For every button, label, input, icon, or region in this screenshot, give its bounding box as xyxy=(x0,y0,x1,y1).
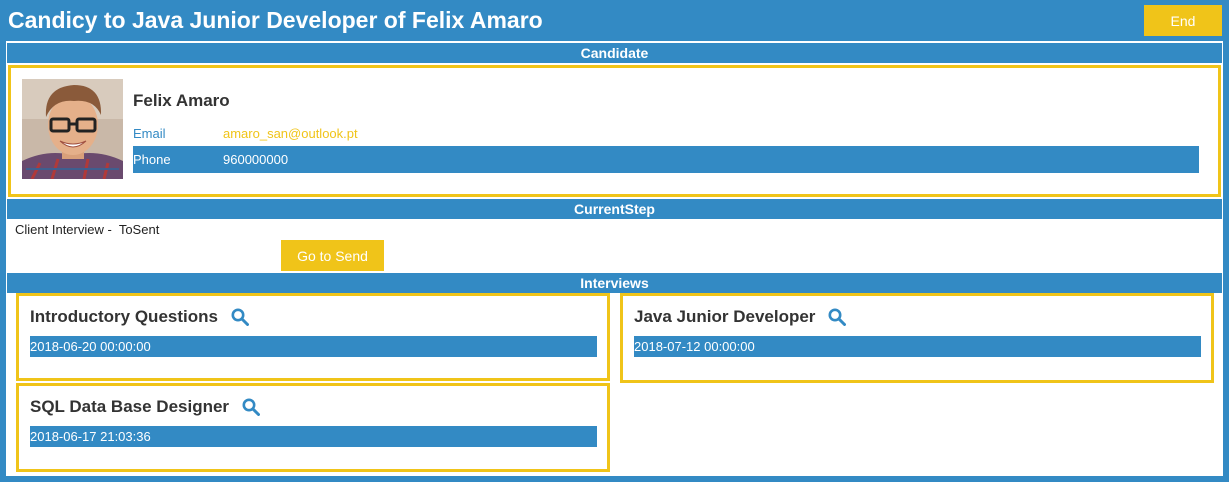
step-separator: - xyxy=(103,222,116,237)
interview-title: SQL Data Base Designer xyxy=(30,397,261,417)
interview-title: Java Junior Developer xyxy=(634,307,847,327)
step-name: Client Interview xyxy=(15,222,104,237)
candidate-name: Felix Amaro xyxy=(133,91,230,110)
section-header-interviews: Interviews xyxy=(7,273,1222,293)
interview-card: Java Junior Developer 2018-07-12 00:00:0… xyxy=(620,293,1214,383)
search-icon[interactable] xyxy=(231,308,249,326)
phone-row: Phone 960000000 xyxy=(133,146,1199,173)
candidate-card: Felix Amaro Email amaro_san@outlook.pt P… xyxy=(8,65,1221,197)
email-label: Email xyxy=(133,126,166,141)
section-header-candidate: Candidate xyxy=(7,43,1222,63)
current-step-text: Client Interview - ToSent xyxy=(15,222,159,237)
phone-label: Phone xyxy=(133,152,171,167)
search-icon[interactable] xyxy=(242,398,261,416)
email-value[interactable]: amaro_san@outlook.pt xyxy=(223,126,358,141)
avatar xyxy=(22,79,123,179)
interview-title: Introductory Questions xyxy=(30,307,249,327)
interview-title-text: Java Junior Developer xyxy=(634,307,816,326)
interview-date: 2018-06-20 00:00:00 xyxy=(30,336,597,357)
phone-value: 960000000 xyxy=(223,152,289,167)
interview-card: SQL Data Base Designer 2018-06-17 21:03:… xyxy=(16,383,610,472)
interview-title-text: SQL Data Base Designer xyxy=(30,397,230,416)
section-header-current-step: CurrentStep xyxy=(7,199,1222,219)
go-to-send-button[interactable]: Go to Send xyxy=(281,240,384,271)
interview-date: 2018-07-12 00:00:00 xyxy=(634,336,1201,357)
end-button[interactable]: End xyxy=(1144,5,1222,36)
interview-title-text: Introductory Questions xyxy=(30,307,218,326)
main-panel: Candidate Felix Amaro Email amaro_san@ou… xyxy=(6,41,1223,476)
step-status: ToSent xyxy=(118,222,160,237)
interview-card: Introductory Questions 2018-06-20 00:00:… xyxy=(16,293,610,381)
interview-date: 2018-06-17 21:03:36 xyxy=(30,426,597,447)
search-icon[interactable] xyxy=(828,308,847,326)
page-title: Candicy to Java Junior Developer of Feli… xyxy=(8,7,543,33)
